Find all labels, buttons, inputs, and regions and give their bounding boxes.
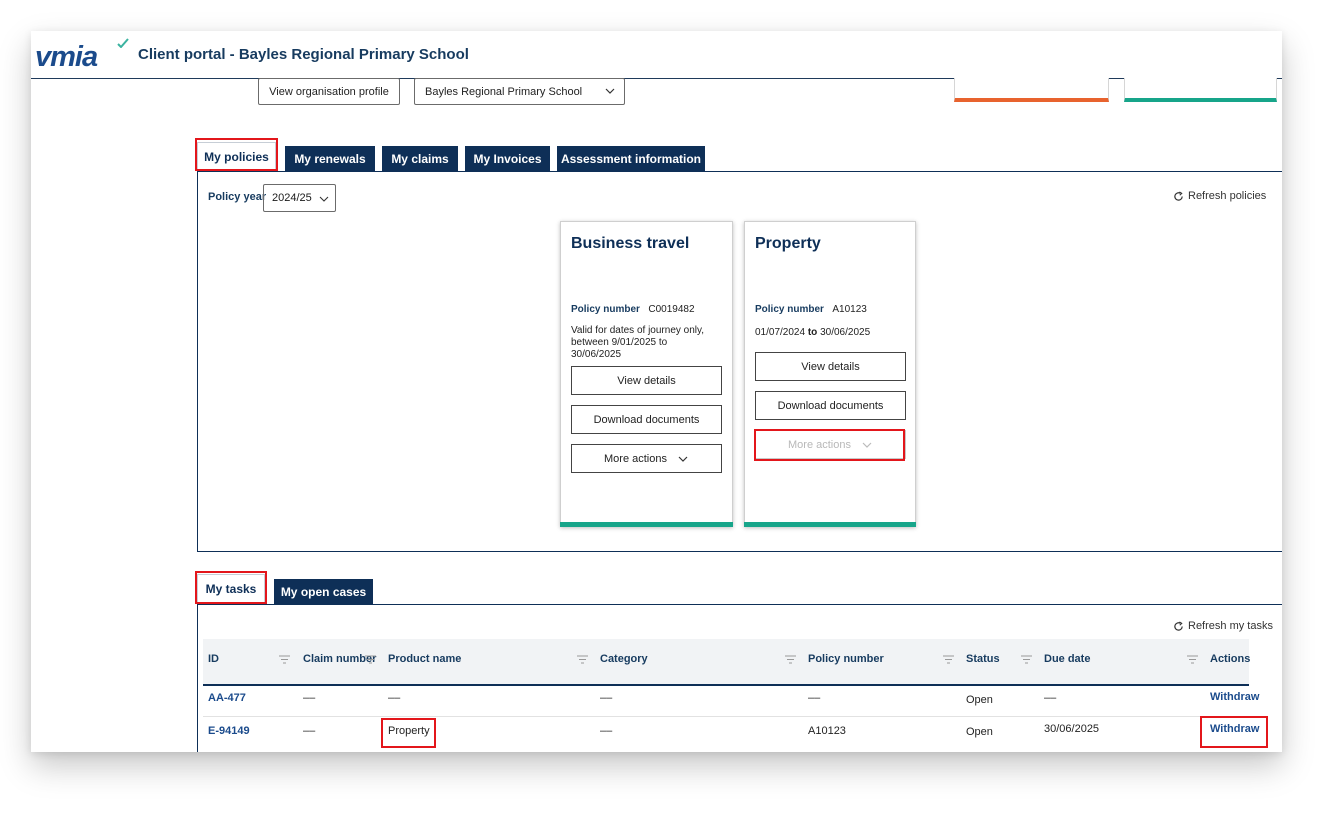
task-product-name: ––: [388, 692, 401, 704]
policy-card-business-travel: Business travel Policy number C0019482 V…: [560, 221, 733, 527]
policy-validity-line: between 9/01/2025 to: [571, 337, 668, 348]
policy-year-select[interactable]: 2024/25: [263, 184, 336, 212]
portal-title: Client portal - Bayles Regional Primary …: [138, 46, 469, 63]
policy-validity-line: Valid for dates of journey only,: [571, 325, 705, 336]
policy-number-value: C0019482: [648, 304, 695, 315]
column-header-id[interactable]: ID: [208, 653, 219, 665]
summary-card-teal: [1124, 78, 1277, 102]
chevron-down-icon: [678, 456, 688, 462]
more-actions-label: More actions: [604, 452, 667, 465]
filter-icon[interactable]: [1021, 655, 1032, 665]
filter-icon[interactable]: [279, 655, 290, 665]
refresh-policies-label: Refresh policies: [1188, 190, 1267, 202]
task-claim-number: ––: [303, 692, 316, 704]
view-details-button[interactable]: View details: [755, 352, 906, 381]
policies-panel-bottom-border: [197, 551, 1282, 552]
organisation-select[interactable]: Bayles Regional Primary School: [414, 78, 625, 105]
task-id-link[interactable]: E-94149: [208, 725, 250, 737]
refresh-policies-button[interactable]: Refresh policies: [1173, 190, 1266, 202]
vmia-logo: vmia: [35, 41, 98, 73]
filter-icon[interactable]: [1187, 655, 1198, 665]
tab-my-renewals[interactable]: My renewals: [285, 146, 375, 172]
policy-validity-text: Valid for dates of journey only, between…: [571, 325, 721, 361]
filter-icon[interactable]: [785, 655, 796, 665]
column-header-category[interactable]: Category: [600, 653, 648, 665]
tab-my-open-cases[interactable]: My open cases: [274, 579, 373, 605]
highlight-box: [754, 429, 905, 461]
task-category: ––: [600, 725, 613, 737]
policy-period: 01/07/2024 to 30/06/2025: [755, 327, 870, 339]
task-status: Open: [966, 694, 993, 706]
download-documents-button[interactable]: Download documents: [755, 391, 906, 420]
policy-period-to: 30/06/2025: [820, 327, 871, 338]
policies-panel-left-border: [197, 171, 198, 552]
task-id-link[interactable]: AA-477: [208, 692, 246, 704]
policy-year-label: Policy year: [208, 191, 267, 203]
summary-card-orange: [954, 78, 1109, 102]
task-policy-number: ––: [808, 692, 821, 704]
policy-validity-line: 30/06/2025: [571, 349, 622, 360]
app-window: vmia Client portal - Bayles Regional Pri…: [31, 31, 1282, 752]
policy-period-from: 01/07/2024: [755, 327, 806, 338]
policies-panel-top-border: [197, 171, 1282, 172]
policy-number-label: Policy number: [755, 304, 824, 315]
policy-number-label: Policy number: [571, 304, 640, 315]
filter-icon[interactable]: [943, 655, 954, 665]
refresh-tasks-button[interactable]: Refresh my tasks: [1173, 620, 1273, 632]
withdraw-link[interactable]: Withdraw: [1210, 691, 1259, 703]
tasks-panel-top-border: [197, 604, 1282, 605]
chevron-down-icon: [319, 196, 329, 202]
policy-year-value: 2024/25: [272, 192, 312, 204]
policy-period-to-word: to: [807, 327, 818, 338]
tab-assessment-information[interactable]: Assessment information: [557, 146, 705, 172]
policy-card-title: Business travel: [571, 235, 690, 252]
task-category: ––: [600, 692, 613, 704]
policy-card-property: Property Policy number A10123 01/07/2024…: [744, 221, 916, 527]
task-due-date: 30/06/2025: [1044, 723, 1100, 735]
filter-icon[interactable]: [577, 655, 588, 665]
logo-mark-icon: [117, 38, 129, 48]
policy-card-accent: [744, 522, 916, 527]
organisation-select-value: Bayles Regional Primary School: [425, 85, 583, 98]
policy-number-row: Policy number A10123: [755, 299, 867, 317]
tab-my-claims[interactable]: My claims: [382, 146, 458, 172]
chevron-down-icon: [605, 88, 615, 94]
download-documents-button[interactable]: Download documents: [571, 405, 722, 434]
refresh-icon: [1174, 190, 1183, 201]
task-due-date: ––: [1044, 692, 1057, 704]
highlight-box: [195, 138, 278, 171]
task-policy-number: A10123: [808, 725, 846, 737]
column-header-actions: Actions: [1210, 653, 1251, 665]
refresh-icon: [1174, 620, 1183, 631]
refresh-tasks-label: Refresh my tasks: [1188, 620, 1273, 632]
view-details-button[interactable]: View details: [571, 366, 722, 395]
column-header-status[interactable]: Status: [966, 653, 1000, 665]
highlight-box: [1200, 716, 1268, 748]
tab-my-invoices[interactable]: My Invoices: [465, 146, 550, 172]
view-organisation-profile-button[interactable]: View organisation profile: [258, 78, 400, 105]
filter-icon[interactable]: [365, 655, 376, 665]
table-row-divider: [203, 716, 1249, 717]
policy-card-accent: [560, 522, 733, 527]
task-claim-number: ––: [303, 725, 316, 737]
more-actions-button[interactable]: More actions: [571, 444, 722, 473]
policy-card-title: Property: [755, 235, 821, 252]
column-header-policy-number[interactable]: Policy number: [808, 653, 884, 665]
policy-number-value: A10123: [832, 304, 867, 315]
highlight-box: [195, 571, 267, 604]
column-header-product-name[interactable]: Product name: [388, 653, 461, 665]
policy-number-row: Policy number C0019482: [571, 299, 695, 317]
column-header-due-date[interactable]: Due date: [1044, 653, 1090, 665]
task-status: Open: [966, 726, 993, 738]
tasks-panel-left-border: [197, 604, 198, 752]
highlight-box: [381, 718, 436, 748]
